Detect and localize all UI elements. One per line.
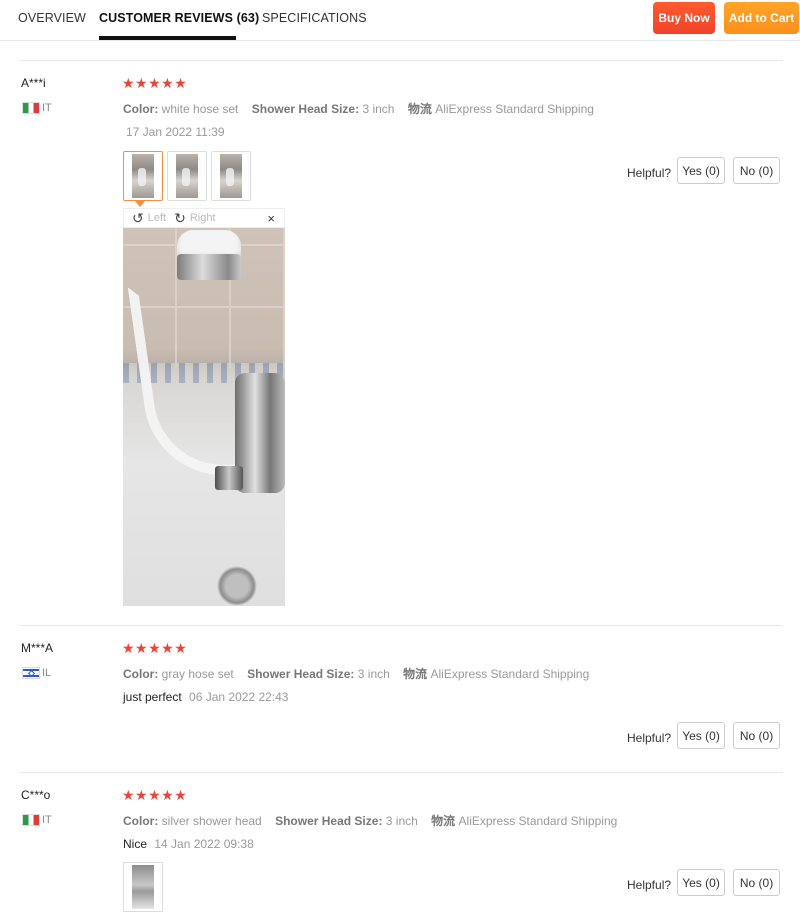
shipping-value: AliExpress Standard Shipping <box>430 667 590 681</box>
review-text: just perfect <box>123 690 182 704</box>
review-meta: 17 Jan 2022 11:39 <box>126 125 225 139</box>
star-rating: ★★★★★ <box>122 75 188 91</box>
helpful-no-button[interactable]: No (0) <box>733 157 781 184</box>
color-value: silver shower head <box>161 814 262 828</box>
review-photo-thumbnail[interactable] <box>123 151 163 201</box>
reviewer-name: M***A <box>21 641 54 655</box>
israel-flag-icon <box>22 667 40 679</box>
helpful-yes-button[interactable]: Yes (0) <box>677 157 726 184</box>
color-label: Color: <box>123 814 159 828</box>
tab-bar: OVERVIEW CUSTOMER REVIEWS (63) SPECIFICA… <box>0 0 800 41</box>
size-label: Shower Head Size: <box>251 102 360 116</box>
helpful-label: Helpful? <box>627 877 672 892</box>
country-code: IT <box>42 102 52 114</box>
shipping-value: AliExpress Standard Shipping <box>458 814 618 828</box>
country-code: IL <box>42 667 52 679</box>
helpful-label: Helpful? <box>627 165 672 180</box>
review-photo-thumbnail[interactable] <box>123 862 163 912</box>
review-meta: Nice 14 Jan 2022 09:38 <box>123 837 254 851</box>
rotate-right-button[interactable]: ↻ Right <box>174 210 215 227</box>
review-date: 17 Jan 2022 11:39 <box>126 125 225 139</box>
review-date: 06 Jan 2022 22:43 <box>189 690 289 704</box>
review-photo-thumbnail[interactable] <box>167 151 207 201</box>
divider <box>20 625 783 626</box>
review-date: 14 Jan 2022 09:38 <box>154 837 254 851</box>
logistics-label: 物流 <box>407 102 432 116</box>
color-label: Color: <box>123 667 159 681</box>
rotate-right-icon: ↻ <box>174 209 186 226</box>
buy-now-button[interactable]: Buy Now <box>653 2 715 34</box>
tab-customer-reviews[interactable]: CUSTOMER REVIEWS (63) <box>99 11 259 25</box>
selected-thumbnail-indicator <box>135 201 145 207</box>
review-meta: just perfect 06 Jan 2022 22:43 <box>123 690 288 704</box>
color-value: gray hose set <box>161 667 234 681</box>
rotate-right-label: Right <box>189 212 216 224</box>
tab-overview[interactable]: OVERVIEW <box>18 11 86 25</box>
close-icon[interactable]: × <box>267 211 275 226</box>
divider <box>20 772 783 773</box>
size-value: 3 inch <box>357 667 390 681</box>
country-code: IT <box>42 814 52 826</box>
italy-flag-icon <box>22 102 40 114</box>
review-attributes: Color: silver shower head Shower Head Si… <box>123 812 627 829</box>
italy-flag-icon <box>22 814 40 826</box>
size-value: 3 inch <box>385 814 418 828</box>
helpful-no-button[interactable]: No (0) <box>733 869 781 896</box>
star-rating: ★★★★★ <box>122 640 188 656</box>
shipping-value: AliExpress Standard Shipping <box>435 102 594 116</box>
active-tab-indicator <box>99 36 236 40</box>
review-attributes: Color: white hose set Shower Head Size: … <box>123 100 604 117</box>
helpful-vote: Helpful? Yes (0) No (0) <box>627 869 781 896</box>
review-photo-enlarged <box>123 228 285 606</box>
rotate-left-button[interactable]: ↺ Left <box>132 210 166 227</box>
helpful-vote: Helpful? Yes (0) No (0) <box>627 722 781 749</box>
review-text: Nice <box>123 837 148 851</box>
rotate-left-icon: ↺ <box>132 209 144 226</box>
size-value: 3 inch <box>362 102 395 116</box>
reviewer-name: C***o <box>21 788 51 802</box>
size-label: Shower Head Size: <box>275 814 383 828</box>
reviewer-country: IT <box>22 814 52 826</box>
logistics-label: 物流 <box>431 814 456 828</box>
helpful-yes-button[interactable]: Yes (0) <box>677 722 726 749</box>
add-to-cart-button[interactable]: Add to Cart <box>724 2 799 34</box>
size-label: Shower Head Size: <box>247 667 355 681</box>
helpful-no-button[interactable]: No (0) <box>733 722 781 749</box>
review-photo-thumbnail[interactable] <box>211 151 251 201</box>
helpful-yes-button[interactable]: Yes (0) <box>677 869 726 896</box>
star-rating: ★★★★★ <box>122 787 188 803</box>
rotate-left-label: Left <box>147 212 167 224</box>
tab-specifications[interactable]: SPECIFICATIONS <box>262 11 367 25</box>
reviewer-country: IL <box>22 667 51 679</box>
color-value: white hose set <box>161 102 239 116</box>
helpful-label: Helpful? <box>627 730 672 745</box>
reviewer-country: IT <box>22 102 52 114</box>
helpful-vote: Helpful? Yes (0) No (0) <box>627 157 781 184</box>
photo-viewer-toolbar: ↺ Left ↻ Right × <box>123 208 285 228</box>
review-attributes: Color: gray hose set Shower Head Size: 3… <box>123 665 599 682</box>
logistics-label: 物流 <box>403 667 428 681</box>
color-label: Color: <box>123 102 159 116</box>
divider <box>20 60 783 61</box>
reviewer-name: A***i <box>21 76 46 90</box>
